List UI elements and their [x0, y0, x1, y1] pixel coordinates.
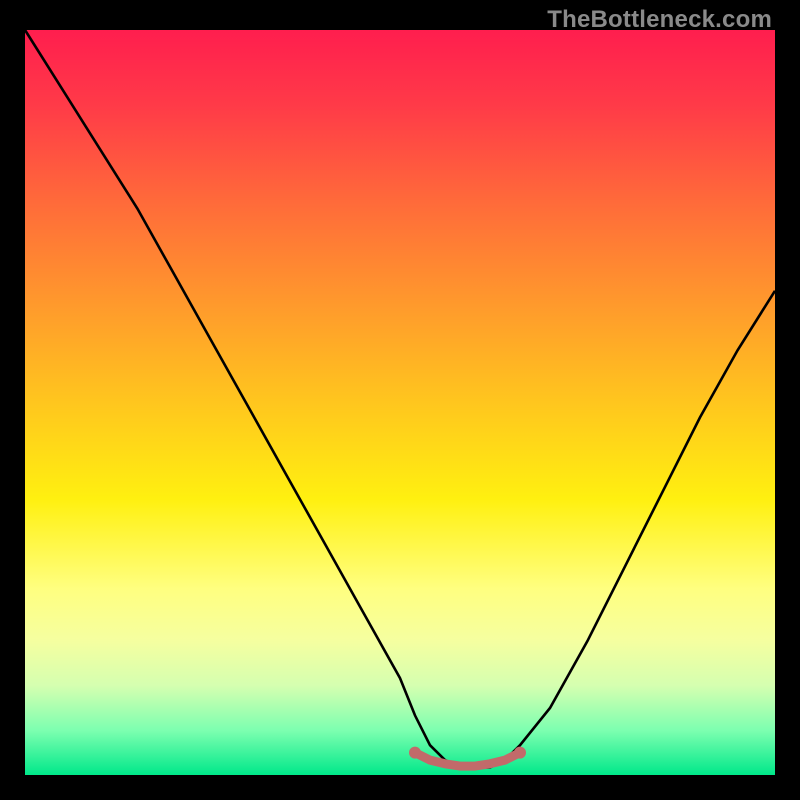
plot-area: [25, 30, 775, 775]
chart-frame: TheBottleneck.com: [0, 0, 800, 800]
bottleneck-curve: [25, 30, 775, 768]
curve-layer: [25, 30, 775, 775]
watermark-text: TheBottleneck.com: [547, 6, 772, 34]
valley-endpoint-dot: [409, 747, 421, 759]
valley-endpoint-dot: [514, 747, 526, 759]
valley-marker: [415, 753, 520, 767]
